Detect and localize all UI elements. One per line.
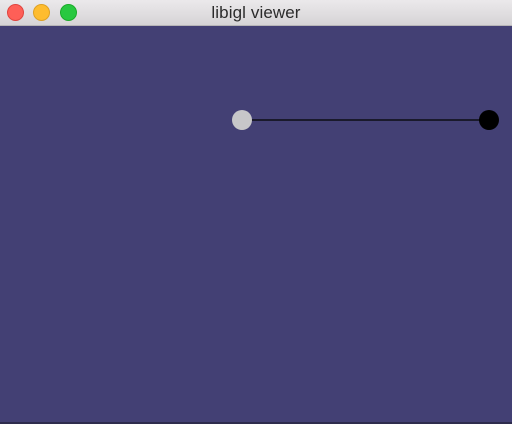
scene-background — [0, 26, 512, 422]
viewer-canvas[interactable] — [0, 26, 512, 422]
window-title: libigl viewer — [211, 3, 301, 22]
start-point[interactable] — [232, 110, 252, 130]
app-window: libigl viewer — [0, 0, 512, 424]
title-bar[interactable]: libigl viewer — [0, 0, 512, 26]
end-point[interactable] — [479, 110, 499, 130]
scene-svg — [0, 26, 512, 422]
